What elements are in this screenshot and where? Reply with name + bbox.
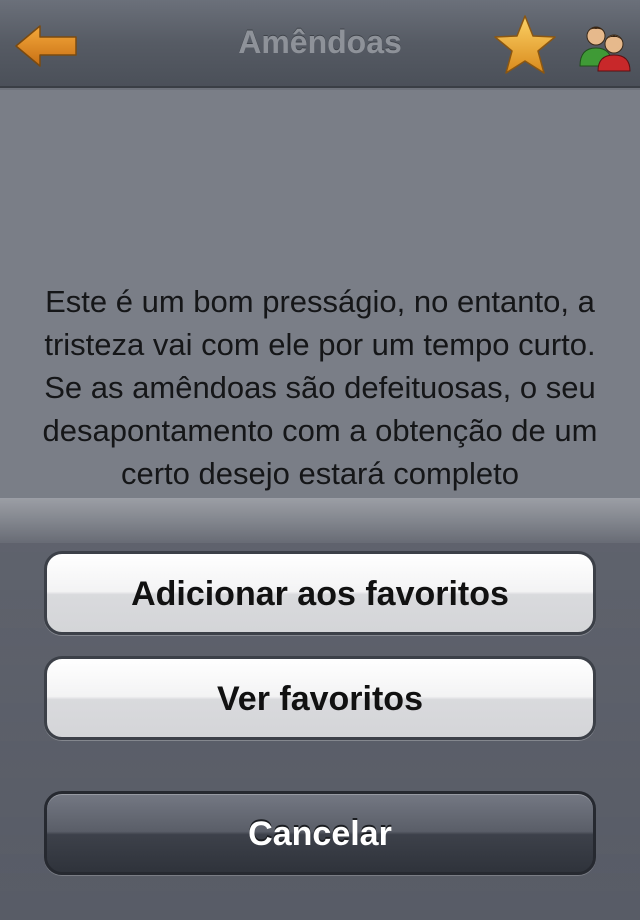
cancel-button[interactable]: Cancelar — [44, 791, 596, 875]
back-arrow-icon — [15, 25, 77, 67]
action-sheet: Adicionar aos favoritos Ver favoritos Ca… — [0, 498, 640, 920]
back-button[interactable] — [12, 22, 80, 70]
add-to-favorites-button[interactable]: Adicionar aos favoritos — [44, 551, 596, 635]
action-sheet-gloss — [0, 499, 640, 543]
favorite-button[interactable] — [492, 14, 558, 76]
star-icon — [494, 15, 556, 74]
page-title: Amêndoas — [238, 24, 402, 60]
view-favorites-button[interactable]: Ver favoritos — [44, 656, 596, 740]
navigation-bar: Amêndoas — [0, 0, 640, 88]
description-text: Este é um bom presságio, no entanto, a t… — [42, 284, 598, 491]
users-icon — [579, 26, 631, 72]
users-button[interactable] — [578, 22, 632, 72]
